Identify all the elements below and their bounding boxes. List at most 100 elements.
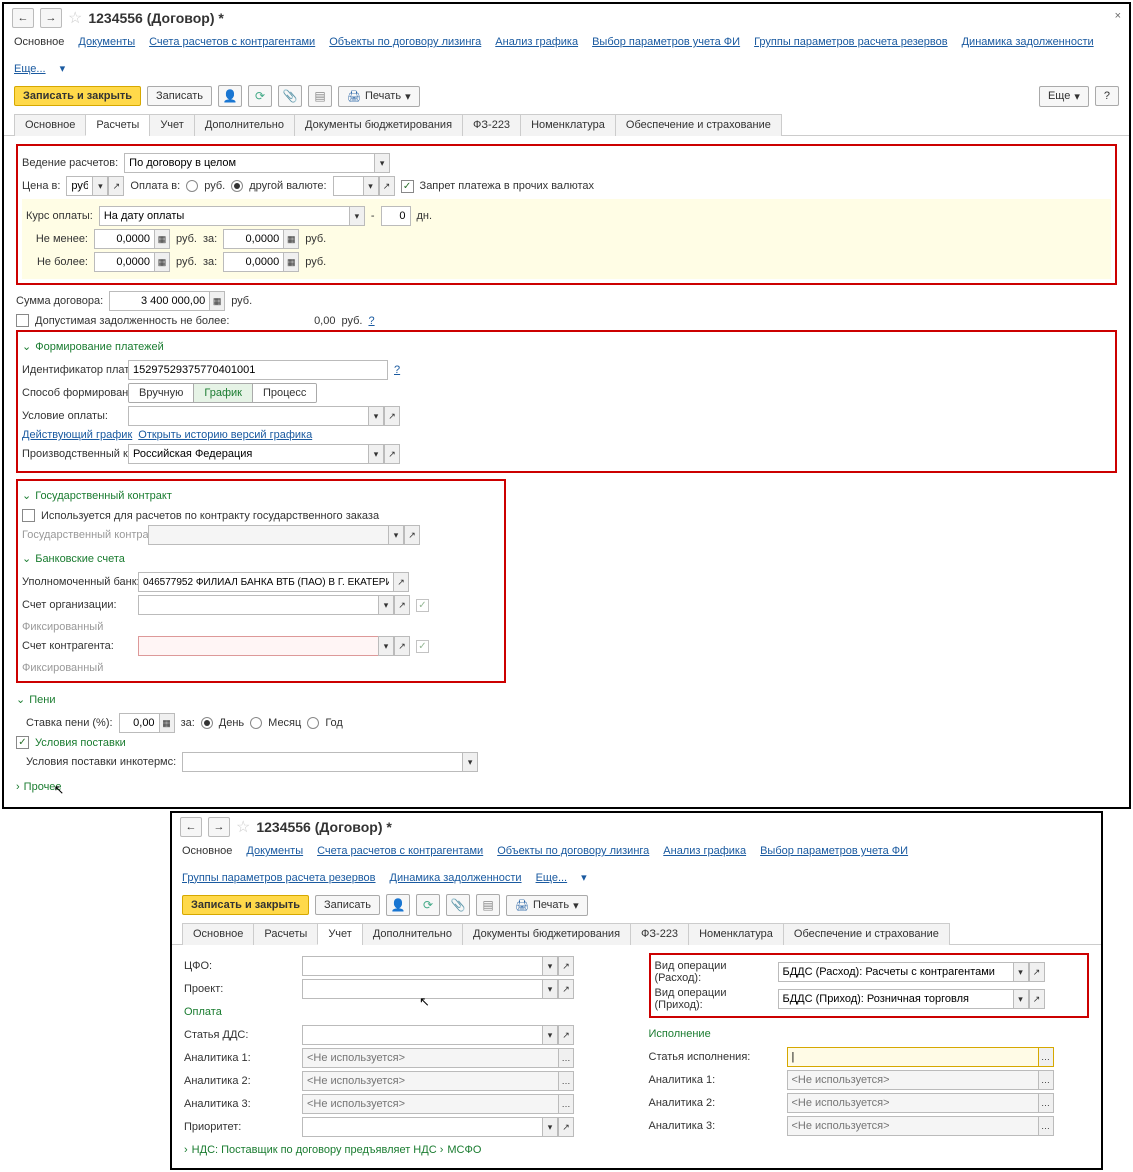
toolbar-icon-1[interactable]: 👤 — [218, 85, 242, 107]
save-button[interactable]: Записать — [147, 86, 212, 106]
notless-combo[interactable]: ▦ — [94, 229, 170, 249]
op-out-input[interactable] — [778, 962, 1013, 982]
org-fixed-checkbox[interactable] — [416, 599, 429, 612]
org-acc-input[interactable] — [138, 595, 378, 615]
notless-for-combo[interactable]: ▦ — [223, 229, 299, 249]
prohibit-checkbox[interactable] — [401, 180, 414, 193]
allowed-debt-checkbox[interactable] — [16, 314, 29, 327]
ctr-fixed-checkbox[interactable] — [416, 640, 429, 653]
inco-combo[interactable]: ▾ — [182, 752, 478, 772]
chevron-down-icon[interactable]: ▾ — [542, 1117, 558, 1137]
chevron-down-icon[interactable]: ▾ — [374, 153, 390, 173]
chevron-down-icon[interactable]: ▾ — [349, 206, 365, 226]
calc-icon[interactable]: ▦ — [154, 229, 170, 249]
nav-link-analysis[interactable]: Анализ графика — [495, 36, 578, 48]
chevron-down-icon[interactable]: ▾ — [542, 979, 558, 999]
vedenie-combo[interactable]: ▾ — [124, 153, 390, 173]
chevron-down-icon[interactable]: ▾ — [1013, 962, 1029, 982]
tab-uchet[interactable]: Учет — [317, 923, 363, 945]
tab-fz223[interactable]: ФЗ-223 — [462, 114, 521, 136]
section-gos[interactable]: ⌄ Государственный контракт — [22, 489, 172, 502]
calc-icon[interactable]: ▦ — [154, 252, 170, 272]
nav-link-more[interactable]: Еще... — [14, 63, 46, 75]
org-acc-combo[interactable]: ▾ ↗ — [138, 595, 410, 615]
nav-link-fi-params[interactable]: Выбор параметров учета ФИ — [760, 845, 908, 857]
star-icon[interactable]: ☆ — [68, 8, 82, 28]
exec-art-combo[interactable]: … — [787, 1047, 1054, 1067]
cfo-input[interactable] — [302, 956, 542, 976]
chevron-down-icon[interactable]: ▾ — [581, 871, 587, 884]
chevron-down-icon[interactable]: ▾ — [378, 595, 394, 615]
attachment-icon[interactable]: 📎 — [278, 85, 302, 107]
tab-obespech[interactable]: Обеспечение и страхование — [783, 923, 950, 945]
cond-input[interactable] — [128, 406, 368, 426]
section-bank[interactable]: ⌄ Банковские счета — [22, 552, 125, 565]
forward-button[interactable]: → — [40, 8, 62, 28]
tab-budget[interactable]: Документы бюджетирования — [462, 923, 631, 945]
chevron-down-icon[interactable]: ▾ — [1013, 989, 1029, 1009]
open-icon[interactable]: ↗ — [558, 979, 574, 999]
other-currency[interactable]: ▾ ↗ — [333, 176, 395, 196]
more-button[interactable]: Еще ▾ — [1039, 86, 1089, 107]
help-button[interactable]: ? — [1095, 86, 1119, 106]
tg-schedule[interactable]: График — [194, 384, 253, 402]
days-input[interactable] — [381, 206, 411, 226]
inco-input[interactable] — [182, 752, 462, 772]
open-icon[interactable]: ↗ — [108, 176, 124, 196]
notmore-for-input[interactable] — [223, 252, 283, 272]
tab-nomen[interactable]: Номенклатура — [520, 114, 616, 136]
vedenie-input[interactable] — [124, 153, 374, 173]
nav-link-leasing[interactable]: Объекты по договору лизинга — [497, 845, 649, 857]
chevron-down-icon[interactable]: ▾ — [542, 956, 558, 976]
radio-rub[interactable] — [186, 180, 198, 192]
forward-button[interactable]: → — [208, 817, 230, 837]
open-icon[interactable]: ↗ — [1029, 989, 1045, 1009]
nav-link-analysis[interactable]: Анализ графика — [663, 845, 746, 857]
nav-link-leasing[interactable]: Объекты по договору лизинга — [329, 36, 481, 48]
auth-bank-input[interactable] — [138, 572, 393, 592]
chevron-down-icon[interactable]: ▾ — [378, 636, 394, 656]
toolbar-icon-2[interactable]: ⟳ — [248, 85, 272, 107]
tab-fz223[interactable]: ФЗ-223 — [630, 923, 689, 945]
chevron-down-icon[interactable]: ▾ — [92, 176, 108, 196]
rate-input[interactable] — [99, 206, 349, 226]
nav-main[interactable]: Основное — [182, 845, 232, 857]
close-icon[interactable]: × — [1115, 10, 1121, 22]
section-msfo[interactable]: › МСФО — [440, 1144, 482, 1156]
save-close-button[interactable]: Записать и закрыть — [182, 895, 309, 915]
open-icon[interactable]: ↗ — [384, 406, 400, 426]
nav-link-documents[interactable]: Документы — [78, 36, 135, 48]
save-button[interactable]: Записать — [315, 895, 380, 915]
priority-combo[interactable]: ▾ ↗ — [302, 1117, 574, 1137]
section-peni[interactable]: ⌄ Пени — [16, 693, 55, 706]
op-in-input[interactable] — [778, 989, 1013, 1009]
chevron-down-icon[interactable]: ▾ — [462, 752, 478, 772]
auth-bank-combo[interactable]: ↗ — [138, 572, 409, 592]
toolbar-icon-4[interactable]: ▤ — [476, 894, 500, 916]
peni-rate-input[interactable] — [119, 713, 159, 733]
notmore-combo[interactable]: ▦ — [94, 252, 170, 272]
open-icon[interactable]: ↗ — [394, 636, 410, 656]
section-form-payments[interactable]: ⌄ Формирование платежей — [22, 340, 164, 353]
open-icon[interactable]: ↗ — [393, 572, 409, 592]
toolbar-icon-4[interactable]: ▤ — [308, 85, 332, 107]
notless-input[interactable] — [94, 229, 154, 249]
nav-link-accounts[interactable]: Счета расчетов с контрагентами — [149, 36, 315, 48]
open-icon[interactable]: ↗ — [558, 956, 574, 976]
chevron-down-icon[interactable]: ▾ — [542, 1025, 558, 1045]
toolbar-icon-1[interactable]: 👤 — [386, 894, 410, 916]
radio-month[interactable] — [250, 717, 262, 729]
nav-main[interactable]: Основное — [14, 36, 64, 48]
section-nds[interactable]: › НДС: Поставщик по договору предъявляет… — [184, 1144, 437, 1156]
notless-for-input[interactable] — [223, 229, 283, 249]
chevron-down-icon[interactable]: ▾ — [368, 406, 384, 426]
tab-uchet[interactable]: Учет — [149, 114, 195, 136]
tg-manual[interactable]: Вручную — [129, 384, 194, 402]
tab-raschety[interactable]: Расчеты — [253, 923, 318, 945]
back-button[interactable]: ← — [180, 817, 202, 837]
sum-combo[interactable]: ▦ — [109, 291, 225, 311]
nav-link-reserves[interactable]: Группы параметров расчета резервов — [754, 36, 948, 48]
calc-icon[interactable]: ▦ — [209, 291, 225, 311]
radio-other[interactable] — [231, 180, 243, 192]
save-close-button[interactable]: Записать и закрыть — [14, 86, 141, 106]
